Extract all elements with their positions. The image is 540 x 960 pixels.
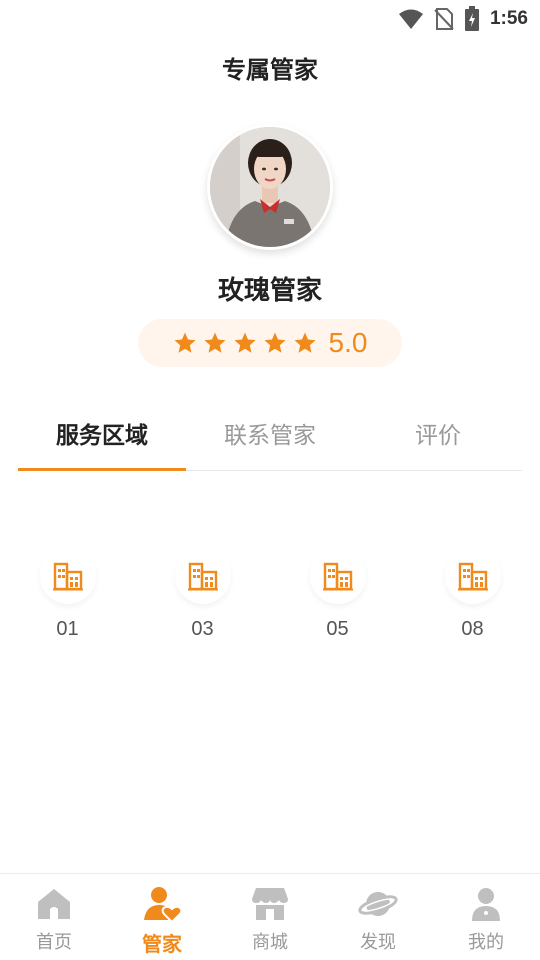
area-label: 05	[326, 618, 349, 640]
building-icon	[457, 562, 488, 591]
status-time: 1:56	[489, 8, 528, 29]
butler-icon	[144, 887, 182, 924]
nav-label: 管家	[142, 932, 182, 956]
bottom-nav: 首页 管家 商城 发现 我的	[0, 873, 540, 960]
nav-store[interactable]: 商城	[216, 874, 324, 960]
butler-name: 玫瑰管家	[217, 276, 322, 306]
area-label: 01	[56, 618, 79, 640]
star-icon	[174, 332, 196, 353]
nav-label: 首页	[36, 932, 72, 953]
tab-contact-butler[interactable]: 联系管家	[186, 408, 354, 470]
nav-label: 发现	[360, 932, 396, 953]
home-icon	[38, 889, 70, 919]
nav-discover[interactable]: 发现	[324, 874, 432, 960]
service-area-item[interactable]: 05	[270, 548, 405, 641]
area-icon-frame	[445, 548, 501, 604]
no-sim-icon	[434, 8, 454, 30]
nav-profile[interactable]: 我的	[432, 874, 540, 960]
area-icon-frame	[40, 548, 96, 604]
avatar[interactable]	[210, 127, 330, 247]
star-icon	[234, 332, 256, 353]
page-title: 专属管家	[222, 56, 318, 84]
building-icon	[187, 562, 218, 591]
area-label: 03	[191, 618, 214, 640]
nav-home[interactable]: 首页	[0, 874, 108, 960]
avatar-frame	[207, 124, 333, 250]
planet-icon	[358, 892, 398, 916]
building-icon	[322, 562, 353, 591]
tab-bar: 服务区域 联系管家 评价	[18, 408, 522, 471]
wifi-icon	[398, 9, 423, 29]
service-area-item[interactable]: 01	[0, 548, 135, 641]
store-icon	[252, 888, 288, 920]
building-icon	[52, 562, 83, 591]
star-icon	[264, 332, 286, 353]
area-icon-frame	[175, 548, 231, 604]
area-icon-frame	[310, 548, 366, 604]
service-area-item[interactable]: 08	[405, 548, 540, 641]
battery-icon	[464, 6, 479, 31]
tab-reviews[interactable]: 评价	[354, 408, 522, 470]
star-icon	[294, 332, 316, 353]
service-area-list: 01 03 05 08	[0, 548, 540, 641]
rating-badge: 5.0	[138, 319, 402, 367]
profile-icon	[472, 888, 500, 921]
nav-label: 商城	[252, 932, 288, 953]
rating-value: 5.0	[328, 327, 368, 358]
tab-service-area[interactable]: 服务区域	[18, 408, 186, 471]
nav-label: 我的	[468, 932, 504, 953]
star-icon	[204, 332, 226, 353]
butler-photo	[210, 127, 330, 247]
nav-butler[interactable]: 管家	[108, 874, 216, 960]
area-label: 08	[461, 618, 484, 640]
service-area-item[interactable]: 03	[135, 548, 270, 641]
status-bar: 1:56	[0, 0, 540, 36]
